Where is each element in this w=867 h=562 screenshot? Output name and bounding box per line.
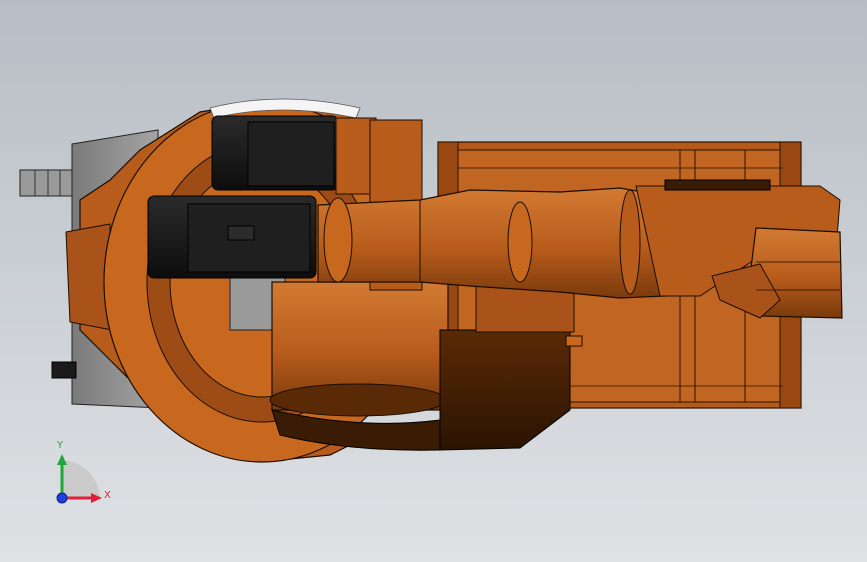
graphics-viewport[interactable]: Y X bbox=[0, 0, 867, 562]
robot-model[interactable] bbox=[0, 0, 867, 562]
z-axis-dot bbox=[56, 492, 68, 504]
y-axis-label: Y bbox=[57, 440, 64, 451]
orientation-triad: Y X bbox=[40, 438, 120, 518]
x-axis-label: X bbox=[104, 490, 111, 501]
motor-upper[interactable] bbox=[211, 115, 377, 195]
motor-lower[interactable] bbox=[147, 195, 317, 279]
triad-axes bbox=[56, 454, 102, 504]
